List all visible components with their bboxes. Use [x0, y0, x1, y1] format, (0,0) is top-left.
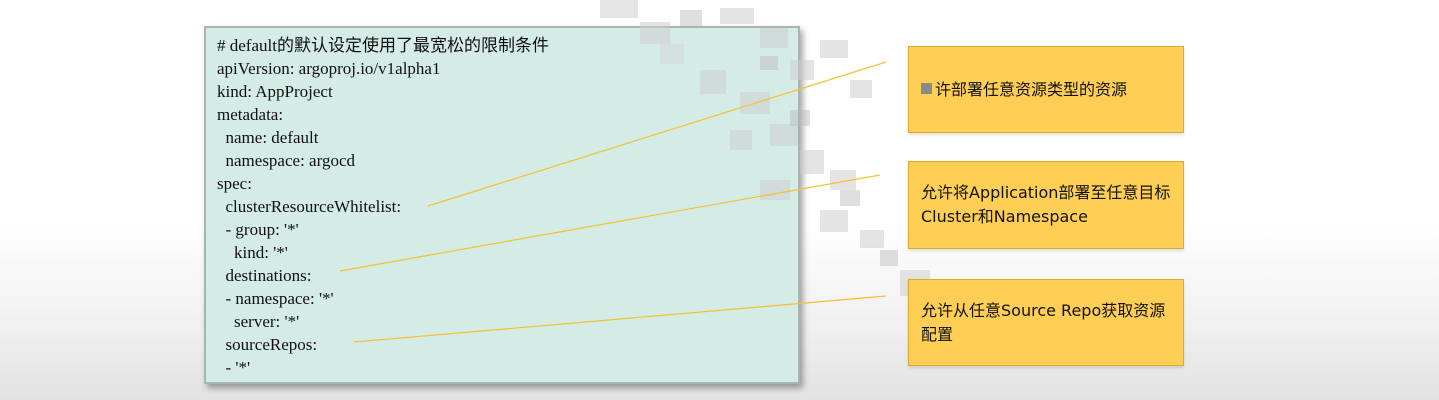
code-line-dest-server: server: '*' — [217, 312, 300, 331]
callout-label-1: 许部署任意资源类型的资源 — [935, 79, 1128, 99]
code-line-cluster-resource-whitelist: clusterResourceWhitelist: — [217, 197, 402, 216]
callout-text-1: 许部署任意资源类型的资源 — [921, 78, 1127, 102]
code-line-apiversion: apiVersion: argoproj.io/v1alpha1 — [217, 59, 441, 78]
callout-label-3: 允许从任意Source Repo获取资源配置 — [921, 300, 1166, 344]
code-line-source-repo-wildcard: - '*' — [217, 358, 251, 377]
code-line-source-repos: sourceRepos: — [217, 335, 318, 354]
code-line-kind-wildcard: kind: '*' — [217, 243, 288, 262]
code-line-spec: spec: — [217, 174, 252, 193]
code-line-metadata: metadata: — [217, 105, 284, 124]
code-line-kind: kind: AppProject — [217, 82, 333, 101]
code-line-comment: # default的默认设定使用了最宽松的限制条件 — [217, 36, 549, 55]
code-line-group: - group: '*' — [217, 220, 299, 239]
bullet-square-icon — [921, 82, 932, 94]
slide: # default的默认设定使用了最宽松的限制条件 apiVersion: ar… — [0, 0, 1439, 400]
callout-label-2: 允许将Application部署至任意目标Cluster和Namespace — [921, 183, 1171, 226]
code-line-destinations: destinations: — [217, 266, 312, 285]
callout-source-repos: 允许从任意Source Repo获取资源配置 — [908, 279, 1184, 366]
code-line-name: name: default — [217, 128, 319, 147]
code-line-dest-namespace: - namespace: '*' — [217, 289, 334, 308]
callout-destinations: 允许将Application部署至任意目标Cluster和Namespace — [908, 161, 1184, 249]
yaml-code-panel: # default的默认设定使用了最宽松的限制条件 apiVersion: ar… — [204, 26, 800, 384]
callout-cluster-resource: 许部署任意资源类型的资源 — [908, 46, 1184, 133]
code-line-namespace: namespace: argocd — [217, 151, 355, 170]
